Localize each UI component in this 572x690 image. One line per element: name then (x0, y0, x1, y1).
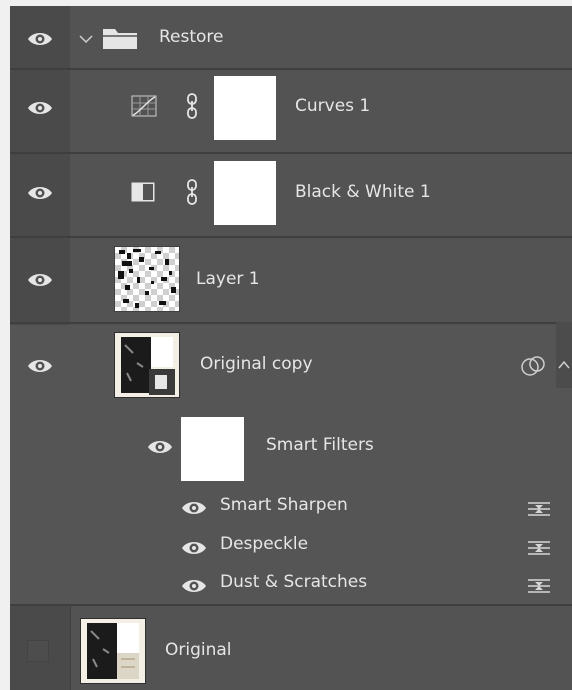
curves-adjustment-icon (131, 95, 157, 121)
link-icon[interactable] (185, 179, 199, 209)
eye-icon[interactable] (181, 577, 207, 595)
blending-options-icon[interactable] (526, 500, 552, 522)
filter-name: Dust & Scratches (220, 572, 368, 592)
layer-name: Restore (159, 27, 224, 47)
layer-mask-thumbnail[interactable] (214, 161, 276, 225)
eye-icon[interactable] (181, 499, 207, 517)
layer-mask-thumbnail[interactable] (214, 76, 276, 140)
scrollbar[interactable] (556, 322, 572, 388)
eye-icon[interactable] (27, 99, 53, 117)
blending-options-icon[interactable] (526, 577, 552, 599)
chevron-down-icon[interactable] (78, 30, 94, 49)
folder-icon (102, 26, 138, 54)
row-divider (10, 322, 572, 324)
layer-thumbnail[interactable] (80, 618, 146, 684)
layer-name: Black & White 1 (295, 182, 431, 202)
eye-icon[interactable] (27, 271, 53, 289)
smart-filter-mask-thumbnail[interactable] (181, 417, 244, 481)
blending-options-icon[interactable] (526, 539, 552, 561)
eye-icon[interactable] (27, 184, 53, 202)
layer-name: Layer 1 (196, 269, 260, 289)
filter-name: Despeckle (220, 534, 309, 554)
layers-panel: Restore Curves 1 Black & White 1 Layer 1… (10, 6, 572, 690)
row-divider (10, 604, 572, 606)
eye-icon[interactable] (27, 357, 53, 375)
eye-icon[interactable] (147, 438, 173, 456)
row-divider (10, 152, 572, 154)
visibility-toggle-off[interactable] (27, 640, 49, 662)
layer-name: Original (165, 640, 232, 660)
smart-filters-icon[interactable] (520, 355, 548, 381)
black-white-adjustment-icon (131, 182, 155, 206)
layer-thumbnail[interactable] (114, 332, 180, 398)
eye-icon[interactable] (181, 539, 207, 557)
smart-filters-label: Smart Filters (266, 435, 374, 455)
eye-icon[interactable] (27, 30, 53, 48)
layer-name: Curves 1 (295, 96, 371, 116)
layer-name: Original copy (200, 354, 313, 374)
row-divider (10, 68, 572, 70)
row-divider (10, 236, 572, 238)
link-icon[interactable] (185, 93, 199, 123)
filter-name: Smart Sharpen (220, 495, 348, 515)
column-divider (70, 606, 71, 690)
layer-thumbnail[interactable] (114, 246, 180, 312)
